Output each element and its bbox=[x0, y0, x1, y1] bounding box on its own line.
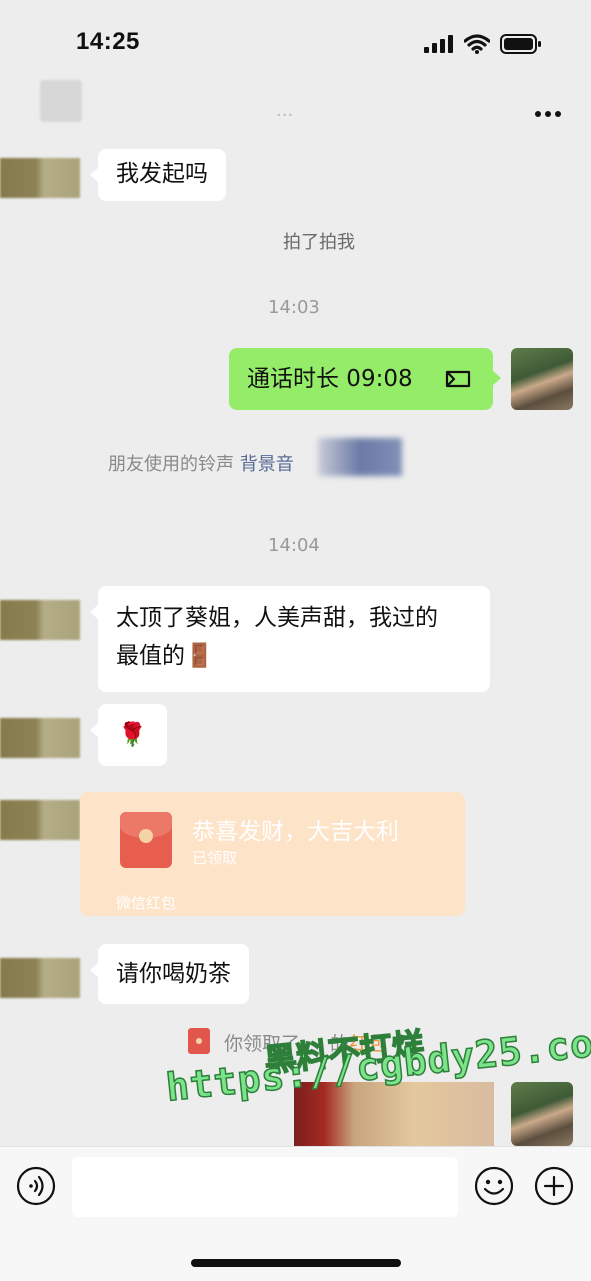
more-horizontal-icon[interactable] bbox=[534, 110, 562, 118]
ringtone-notice: 朋友使用的铃声 背景音 bbox=[108, 450, 294, 476]
message-bubble[interactable]: 我发起吗 bbox=[90, 149, 226, 201]
my-avatar[interactable] bbox=[511, 1082, 573, 1146]
call-duration-text: 通话时长 09:08 bbox=[247, 366, 413, 392]
video-call-icon bbox=[445, 370, 471, 388]
message-text: 请你喝奶茶 bbox=[116, 961, 231, 987]
message-text: 我发起吗 bbox=[116, 161, 208, 187]
message-text: 太顶了葵姐，人美声甜，我过的 bbox=[116, 605, 438, 631]
blurred-region bbox=[318, 438, 402, 476]
message-text: 最值的 bbox=[116, 643, 185, 669]
plus-circle-icon[interactable] bbox=[534, 1166, 574, 1206]
red-packet-title: 恭喜发财，大吉大利 bbox=[192, 819, 399, 845]
voice-icon[interactable] bbox=[16, 1166, 56, 1206]
wifi-icon bbox=[464, 34, 490, 54]
timestamp: 14:03 bbox=[268, 297, 320, 318]
status-time: 14:25 bbox=[76, 28, 140, 55]
avatar[interactable] bbox=[0, 958, 80, 998]
ringtone-prefix: 朋友使用的铃声 bbox=[108, 454, 240, 475]
message-bubble[interactable]: 太顶了葵姐，人美声甜，我过的 最值的🚪 bbox=[90, 586, 490, 692]
red-packet-small-icon bbox=[188, 1028, 210, 1054]
timestamp: 14:04 bbox=[268, 535, 320, 556]
pat-notice: 拍了拍我 bbox=[283, 232, 355, 253]
battery-icon bbox=[500, 34, 541, 54]
call-record-bubble[interactable]: 通话时长 09:08 bbox=[229, 348, 501, 410]
home-indicator bbox=[191, 1259, 401, 1267]
chat-title: ... bbox=[276, 100, 294, 121]
ringtone-link[interactable]: 背景音 bbox=[240, 454, 294, 475]
avatar[interactable] bbox=[0, 718, 80, 758]
message-input[interactable] bbox=[72, 1157, 458, 1217]
door-emoji: 🚪 bbox=[185, 643, 214, 669]
red-packet-status: 已领取 bbox=[192, 849, 238, 867]
avatar[interactable] bbox=[0, 600, 80, 640]
emoji-smile-icon[interactable] bbox=[474, 1166, 514, 1206]
cellular-signal-icon bbox=[424, 35, 453, 53]
red-packet-footer: 微信红包 bbox=[116, 894, 177, 912]
red-packet-card[interactable]: 恭喜发财，大吉大利 已领取 微信红包 bbox=[80, 792, 465, 916]
avatar[interactable] bbox=[0, 158, 80, 198]
avatar[interactable] bbox=[0, 800, 80, 840]
my-avatar[interactable] bbox=[511, 348, 573, 410]
red-packet-icon bbox=[120, 812, 172, 868]
back-button[interactable] bbox=[40, 80, 82, 122]
rose-emoji: 🌹 bbox=[118, 722, 147, 748]
message-bubble[interactable]: 🌹 bbox=[90, 704, 167, 766]
message-bubble[interactable]: 请你喝奶茶 bbox=[90, 944, 249, 1004]
